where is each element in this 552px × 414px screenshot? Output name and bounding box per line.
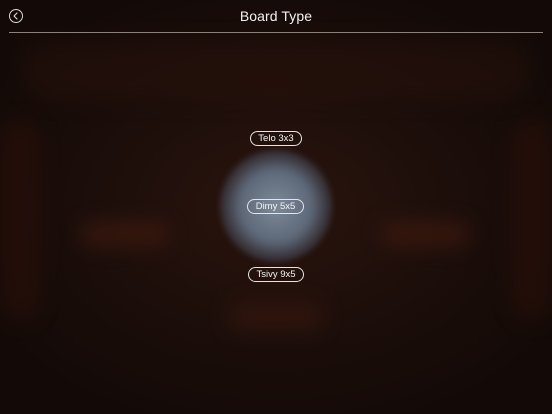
background-blur — [20, 40, 532, 100]
header-divider — [9, 32, 543, 33]
background-blur — [228, 302, 324, 330]
background-blur — [80, 222, 170, 246]
background-blur — [512, 120, 552, 320]
background-blur — [380, 222, 470, 246]
background-blur — [0, 120, 40, 320]
page-title: Board Type — [239, 8, 313, 24]
board-option-tsivy[interactable]: Tsivy 9x5 — [248, 267, 304, 282]
board-option-telo[interactable]: Telo 3x3 — [250, 131, 302, 146]
header: Board Type — [0, 0, 552, 33]
board-option-dimy[interactable]: Dimy 5x5 — [247, 199, 304, 214]
